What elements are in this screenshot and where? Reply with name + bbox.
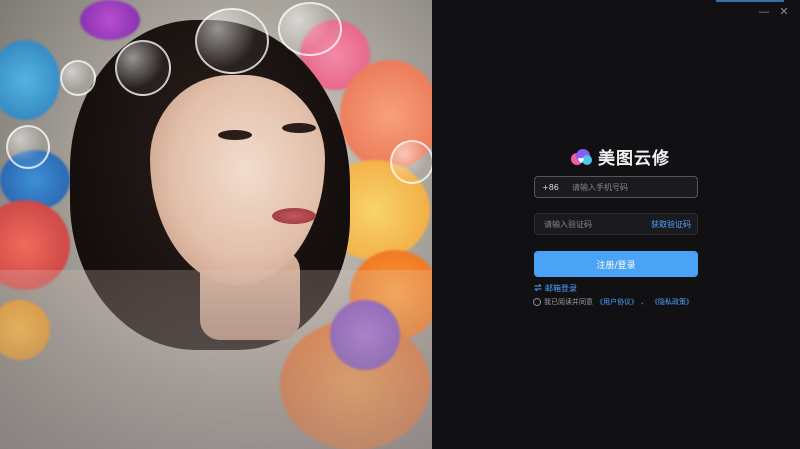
email-login-link[interactable]: 邮箱登录 [534, 283, 577, 294]
close-button[interactable]: ✕ [776, 4, 792, 20]
cloud-heart-logo-icon [570, 147, 592, 167]
country-code-select[interactable]: +86 [535, 183, 566, 192]
privacy-policy-link[interactable]: 《隐私政策》 [651, 297, 693, 307]
phone-field: +86 [534, 176, 698, 198]
agreement-row: 我已阅读并同意 《用户协议》 、 《隐私政策》 [533, 297, 693, 307]
swap-icon [534, 283, 542, 293]
brand-name: 美图云修 [598, 149, 670, 169]
plastic-wrap [0, 270, 432, 449]
register-login-button[interactable]: 注册/登录 [534, 251, 698, 277]
minimize-button[interactable]: — [756, 4, 772, 20]
agreement-prefix: 我已阅读并同意 [544, 298, 593, 306]
agreement-separator: 、 [641, 298, 648, 306]
login-window: — ✕ 美图云修 +86 获取验证码 注册/登录 [0, 0, 800, 449]
phone-input[interactable] [566, 177, 697, 197]
hero-image [0, 0, 432, 449]
verification-code-input[interactable] [535, 214, 651, 234]
email-login-label: 邮箱登录 [545, 284, 577, 293]
agreement-checkbox[interactable] [533, 298, 541, 306]
get-code-button[interactable]: 获取验证码 [651, 219, 698, 230]
title-bar-accent [716, 0, 784, 2]
user-agreement-link[interactable]: 《用户协议》 [596, 297, 638, 307]
login-panel: — ✕ 美图云修 +86 获取验证码 注册/登录 [432, 0, 800, 449]
brand: 美图云修 [570, 144, 670, 169]
lips [272, 208, 316, 224]
code-field: 获取验证码 [534, 213, 698, 235]
